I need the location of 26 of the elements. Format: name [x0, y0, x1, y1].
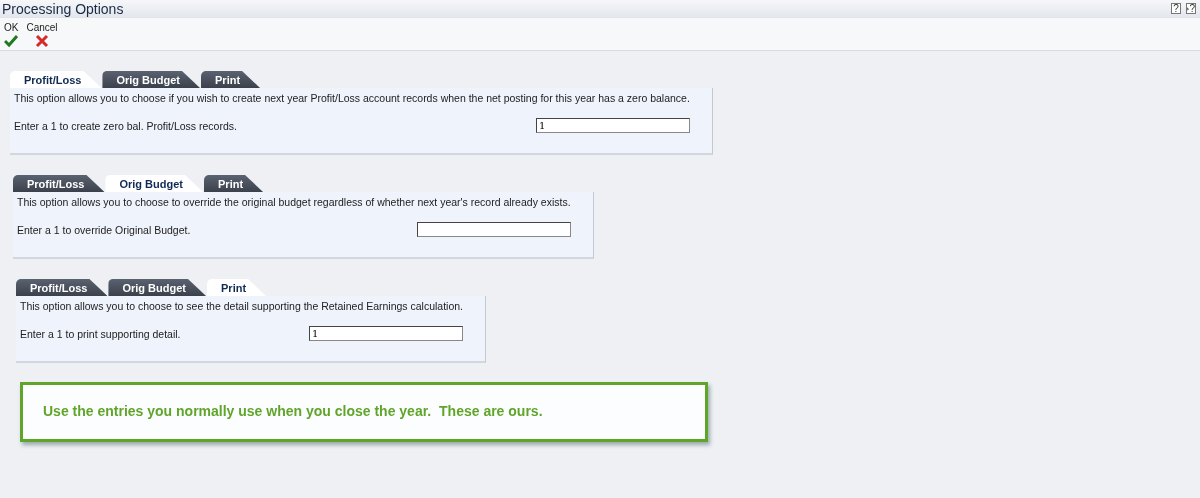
tab[interactable]: Orig Budget — [102, 71, 200, 88]
option-description: This option allows you to choose if you wish to create next year Profit/Loss account records when the net posting for this year has a zero balance. — [14, 92, 690, 104]
field-label: Enter a 1 to override Original Budget. — [17, 223, 191, 236]
close-icon — [35, 34, 50, 48]
field-label: Enter a 1 to create zero bal. Profit/Loss records. — [14, 119, 237, 132]
tab[interactable]: Orig Budget — [105, 175, 203, 192]
tab[interactable]: Profit/Loss — [16, 279, 108, 296]
item-help-button[interactable]: ? — [1186, 3, 1196, 14]
tab[interactable]: Print — [201, 71, 261, 88]
cancel-button[interactable]: Cancel — [26, 22, 58, 50]
callout-text: Use the entries you normally use when you close the year. These are ours. — [43, 403, 544, 419]
tab[interactable]: Print — [207, 279, 267, 296]
tab[interactable]: Profit/Loss — [10, 71, 102, 88]
window-title: Processing Options — [2, 0, 125, 17]
tab[interactable]: Profit/Loss — [13, 175, 105, 192]
tab[interactable]: Orig Budget — [108, 279, 206, 296]
input-field[interactable] — [416, 222, 571, 237]
checkmark-icon — [4, 34, 18, 48]
input-field[interactable]: 1 — [535, 118, 690, 133]
option-description: This option allows you to choose to see the detail supporting the Retained Earnings calculation. — [20, 300, 464, 312]
tab[interactable]: Print — [204, 175, 264, 192]
ok-button[interactable]: OK — [4, 22, 19, 50]
field-label: Enter a 1 to print supporting detail. — [20, 327, 181, 340]
input-field[interactable]: 1 — [309, 326, 464, 341]
option-description: This option allows you to choose to override the original budget regardless of whether next year's record already exists. — [17, 196, 571, 208]
help-button[interactable]: ? — [1171, 3, 1181, 14]
